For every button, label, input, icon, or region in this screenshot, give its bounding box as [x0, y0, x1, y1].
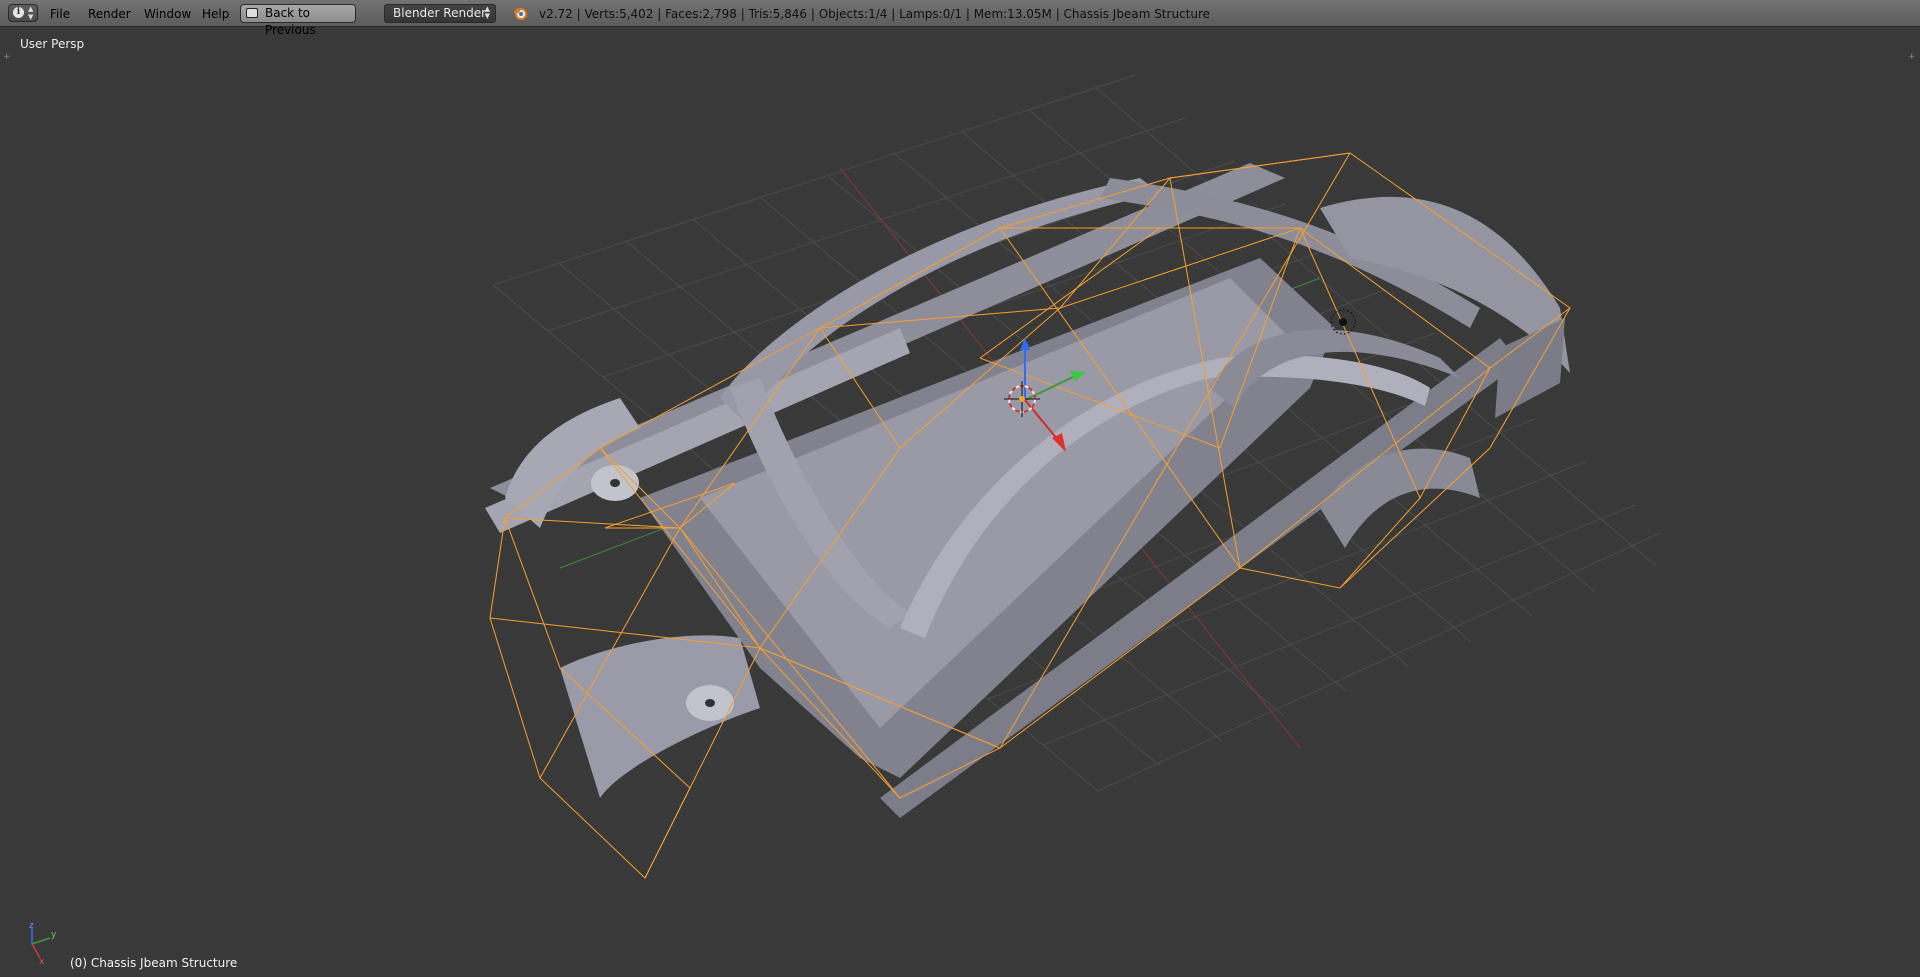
car-chassis-mesh[interactable] [485, 163, 1570, 818]
menu-file[interactable]: File [50, 5, 70, 23]
axis-gizmo-icon [31, 928, 51, 959]
menu-help[interactable]: Help [202, 5, 229, 23]
viewport-scene[interactable] [0, 28, 1920, 977]
render-engine-select[interactable]: Blender Render ▲ ▼ [384, 4, 496, 23]
updown-arrows-icon: ▲ ▼ [484, 5, 490, 20]
updown-arrows-icon: ▲ ▼ [28, 5, 34, 21]
scene-statistics: v2.72 | Verts:5,402 | Faces:2,798 | Tris… [539, 7, 1211, 21]
menu-render[interactable]: Render [88, 5, 131, 23]
active-object-info: (0) Chassis Jbeam Structure [70, 956, 238, 970]
axis-z-label: z [29, 921, 34, 931]
region-toggle-left-icon[interactable]: + [3, 52, 11, 62]
3d-viewport[interactable]: User Persp + + z y x (0) Chassis Jbeam S… [0, 28, 1920, 977]
render-engine-label: Blender Render [393, 6, 487, 20]
back-icon [246, 8, 258, 18]
axis-y-label: y [51, 930, 57, 940]
region-toggle-right-icon[interactable]: + [1908, 52, 1916, 62]
view-name-label: User Persp [20, 37, 85, 51]
editor-type-selector[interactable]: i ▲ ▼ [8, 4, 38, 22]
info-header: i ▲ ▼ File Render Window Help Back to Pre… [0, 0, 1920, 37]
axis-x-label: x [39, 957, 45, 967]
blender-logo-icon [514, 8, 527, 20]
menu-window[interactable]: Window [144, 5, 191, 23]
info-icon: i [13, 7, 24, 18]
back-to-previous-button[interactable]: Back to Previous [240, 4, 356, 37]
lamp-icon[interactable] [1330, 309, 1356, 335]
